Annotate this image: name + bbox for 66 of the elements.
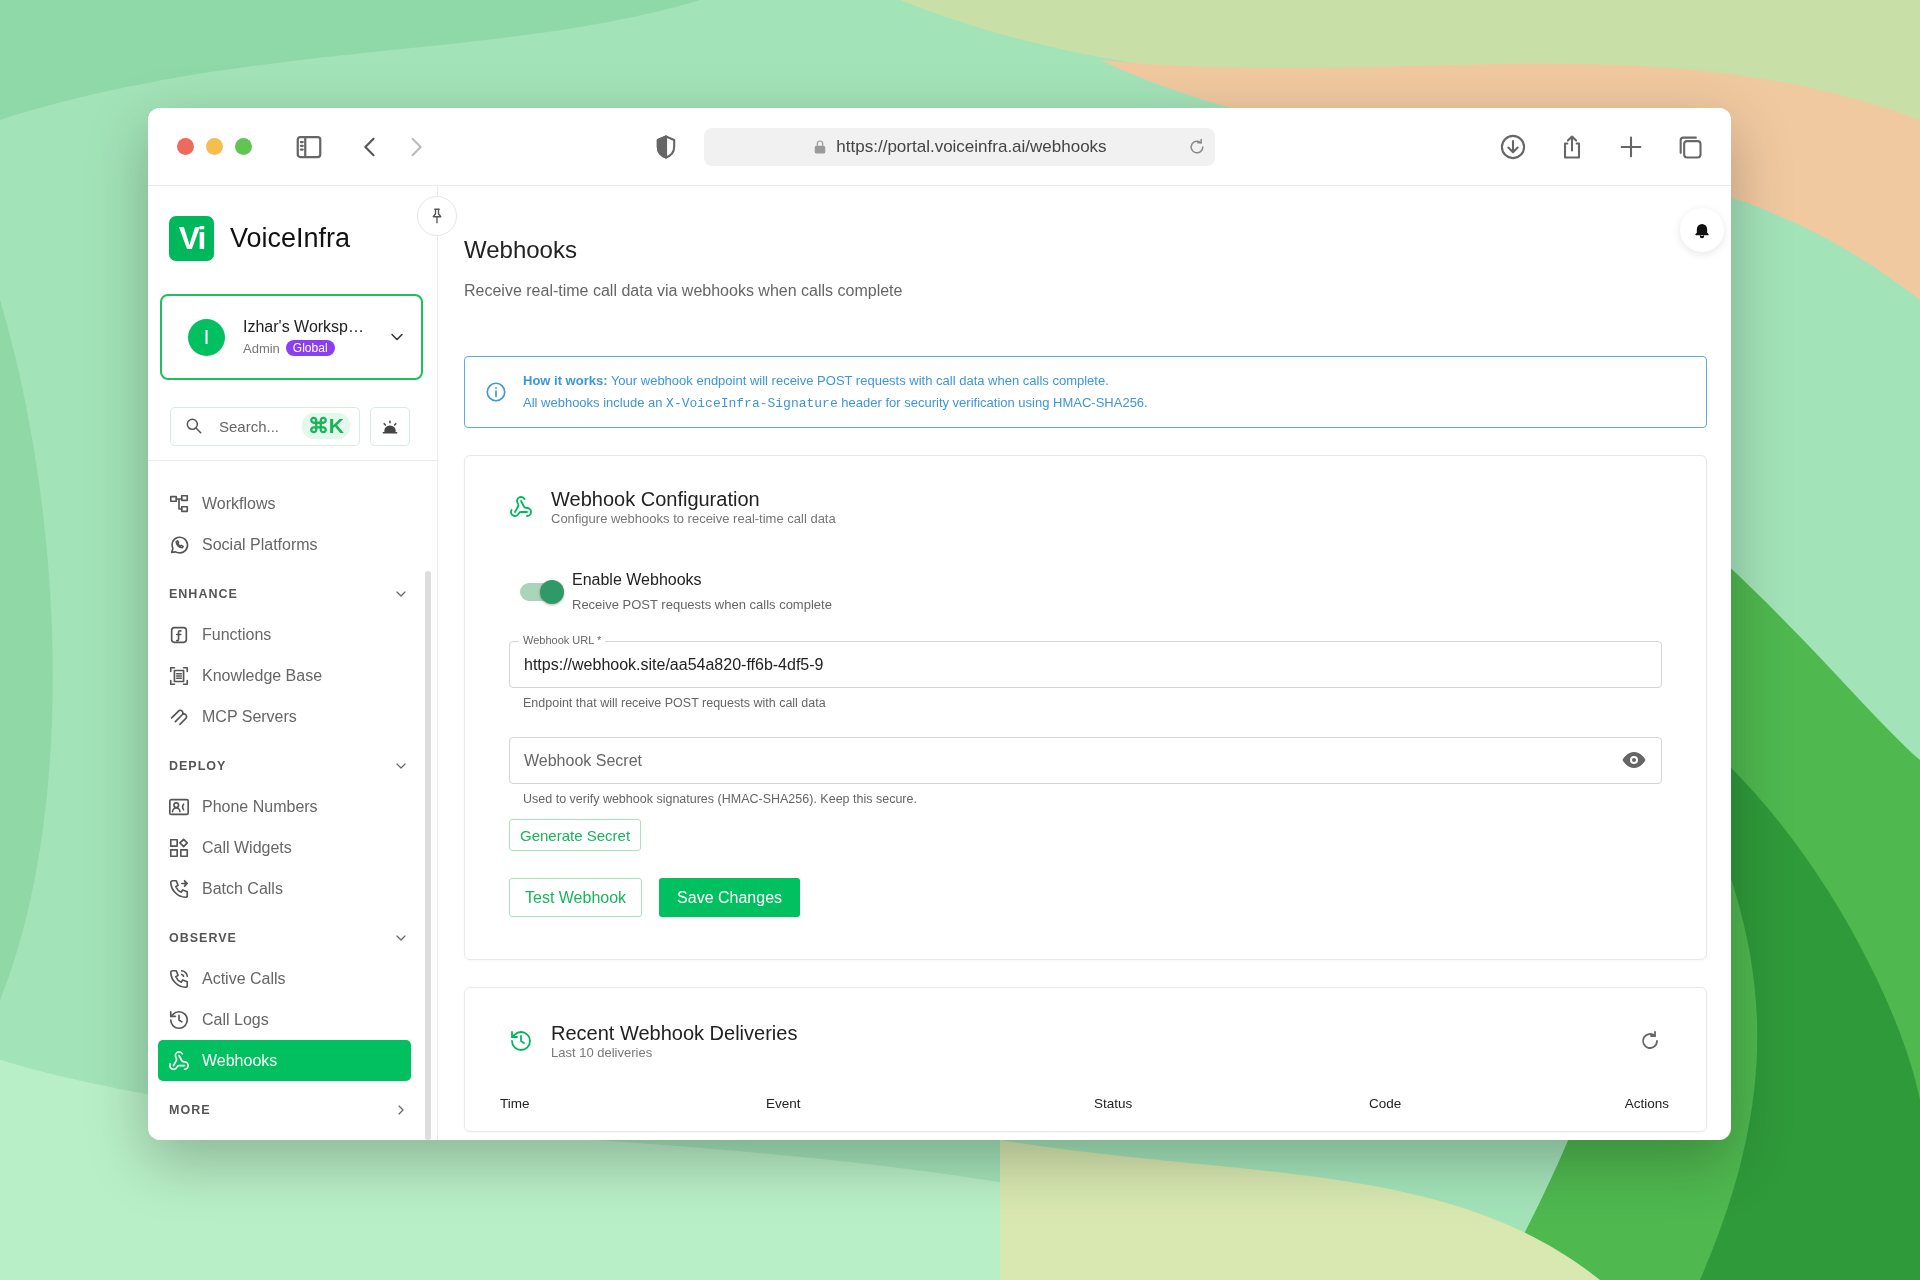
section-label: ENHANCE bbox=[169, 587, 238, 601]
nav-item[interactable]: Workflows bbox=[158, 483, 411, 524]
section-header[interactable]: MORE bbox=[169, 1090, 409, 1130]
helper-text: Used to verify webhook signatures (HMAC-SHA256). Keep this secure. bbox=[523, 792, 918, 806]
nav-item[interactable]: Call Widgets bbox=[158, 827, 411, 868]
role-badge: Global bbox=[285, 340, 335, 356]
section-header[interactable]: DEPLOY bbox=[169, 746, 409, 786]
secret-field[interactable]: Webhook Secret bbox=[509, 737, 1662, 784]
toggle-label: Enable Webhooks bbox=[572, 571, 703, 589]
address-bar[interactable]: https://portal.voiceinfra.ai/webhooks bbox=[704, 127, 1215, 166]
info-icon bbox=[485, 381, 507, 403]
info-text: All webhooks include an X-VoiceInfra-Signature header for security verification using HMAC-SHA256. bbox=[523, 393, 1148, 413]
chat-bubble-icon bbox=[168, 533, 190, 556]
section-label: OBSERVE bbox=[169, 931, 237, 945]
phone-forward-icon bbox=[168, 877, 190, 900]
section-header[interactable]: ENHANCE bbox=[169, 574, 409, 614]
download-icon[interactable] bbox=[1499, 132, 1527, 161]
nav-item[interactable]: Batch Calls bbox=[158, 868, 411, 909]
info-text: How it works: Your webhook endpoint will receive POST requests with call data when calls complete. bbox=[523, 371, 1110, 390]
workspace-name: Izhar's Worksp… bbox=[243, 318, 365, 336]
page-title: Webhooks bbox=[464, 236, 578, 264]
phone-active-icon bbox=[168, 967, 190, 990]
role-label: Admin bbox=[243, 340, 280, 356]
nav-item[interactable]: MCP Servers bbox=[158, 696, 411, 737]
history-icon bbox=[168, 1008, 190, 1031]
avatar: I bbox=[188, 318, 225, 356]
column-header: Status bbox=[1094, 1096, 1134, 1111]
scrollbar[interactable] bbox=[425, 571, 431, 1140]
toggle-switch[interactable] bbox=[520, 583, 562, 601]
section-label: DEPLOY bbox=[169, 759, 227, 773]
nav-item[interactable]: Active Calls bbox=[158, 958, 411, 999]
nav-item[interactable]: Call Logs bbox=[158, 999, 411, 1040]
card-title: Recent Webhook Deliveries bbox=[551, 1022, 799, 1045]
helper-text: Endpoint that will receive POST requests with call data bbox=[523, 696, 827, 710]
column-header: Time bbox=[500, 1096, 531, 1111]
bell-icon bbox=[1693, 221, 1711, 239]
section-header[interactable]: OBSERVE bbox=[169, 918, 409, 958]
notifications-button[interactable] bbox=[1680, 208, 1724, 252]
page-subtitle: Receive real-time call data via webhooks when calls complete bbox=[464, 282, 904, 300]
column-header: Code bbox=[1369, 1096, 1403, 1111]
history-icon bbox=[509, 1029, 533, 1053]
column-header: Actions bbox=[1624, 1096, 1669, 1111]
close-button[interactable] bbox=[177, 138, 194, 155]
webhook-icon bbox=[168, 1049, 190, 1072]
nav-item[interactable]: Phone Numbers bbox=[158, 786, 411, 827]
brand-name: VoiceInfra bbox=[230, 222, 351, 254]
field-label: Webhook URL * bbox=[519, 633, 606, 647]
workspace-switcher[interactable]: I Izhar's Worksp… Admin Global bbox=[160, 294, 423, 380]
section-label: MORE bbox=[169, 1103, 211, 1117]
nav-item[interactable]: Social Platforms bbox=[158, 524, 411, 565]
column-header: Event bbox=[766, 1096, 802, 1111]
search-icon bbox=[184, 416, 204, 436]
pin-button[interactable] bbox=[417, 196, 457, 236]
document-icon bbox=[168, 664, 190, 687]
flowchart-icon bbox=[168, 492, 190, 515]
toggle-description: Receive POST requests when calls complete bbox=[572, 597, 832, 612]
url-text: https://portal.voiceinfra.ai/webhooks bbox=[836, 136, 1107, 157]
webhook-icon bbox=[509, 495, 533, 519]
nav-item[interactable]: Knowledge Base bbox=[158, 655, 411, 696]
widgets-icon bbox=[168, 836, 190, 859]
nav-item[interactable]: Functions bbox=[158, 614, 411, 655]
card-subtitle: Last 10 deliveries bbox=[551, 1045, 654, 1060]
logo: Vi bbox=[169, 215, 214, 261]
alarm-button[interactable] bbox=[370, 407, 410, 446]
card-title: Webhook Configuration bbox=[551, 488, 761, 511]
card-subtitle: Configure webhooks to receive real-time call data bbox=[551, 511, 836, 526]
